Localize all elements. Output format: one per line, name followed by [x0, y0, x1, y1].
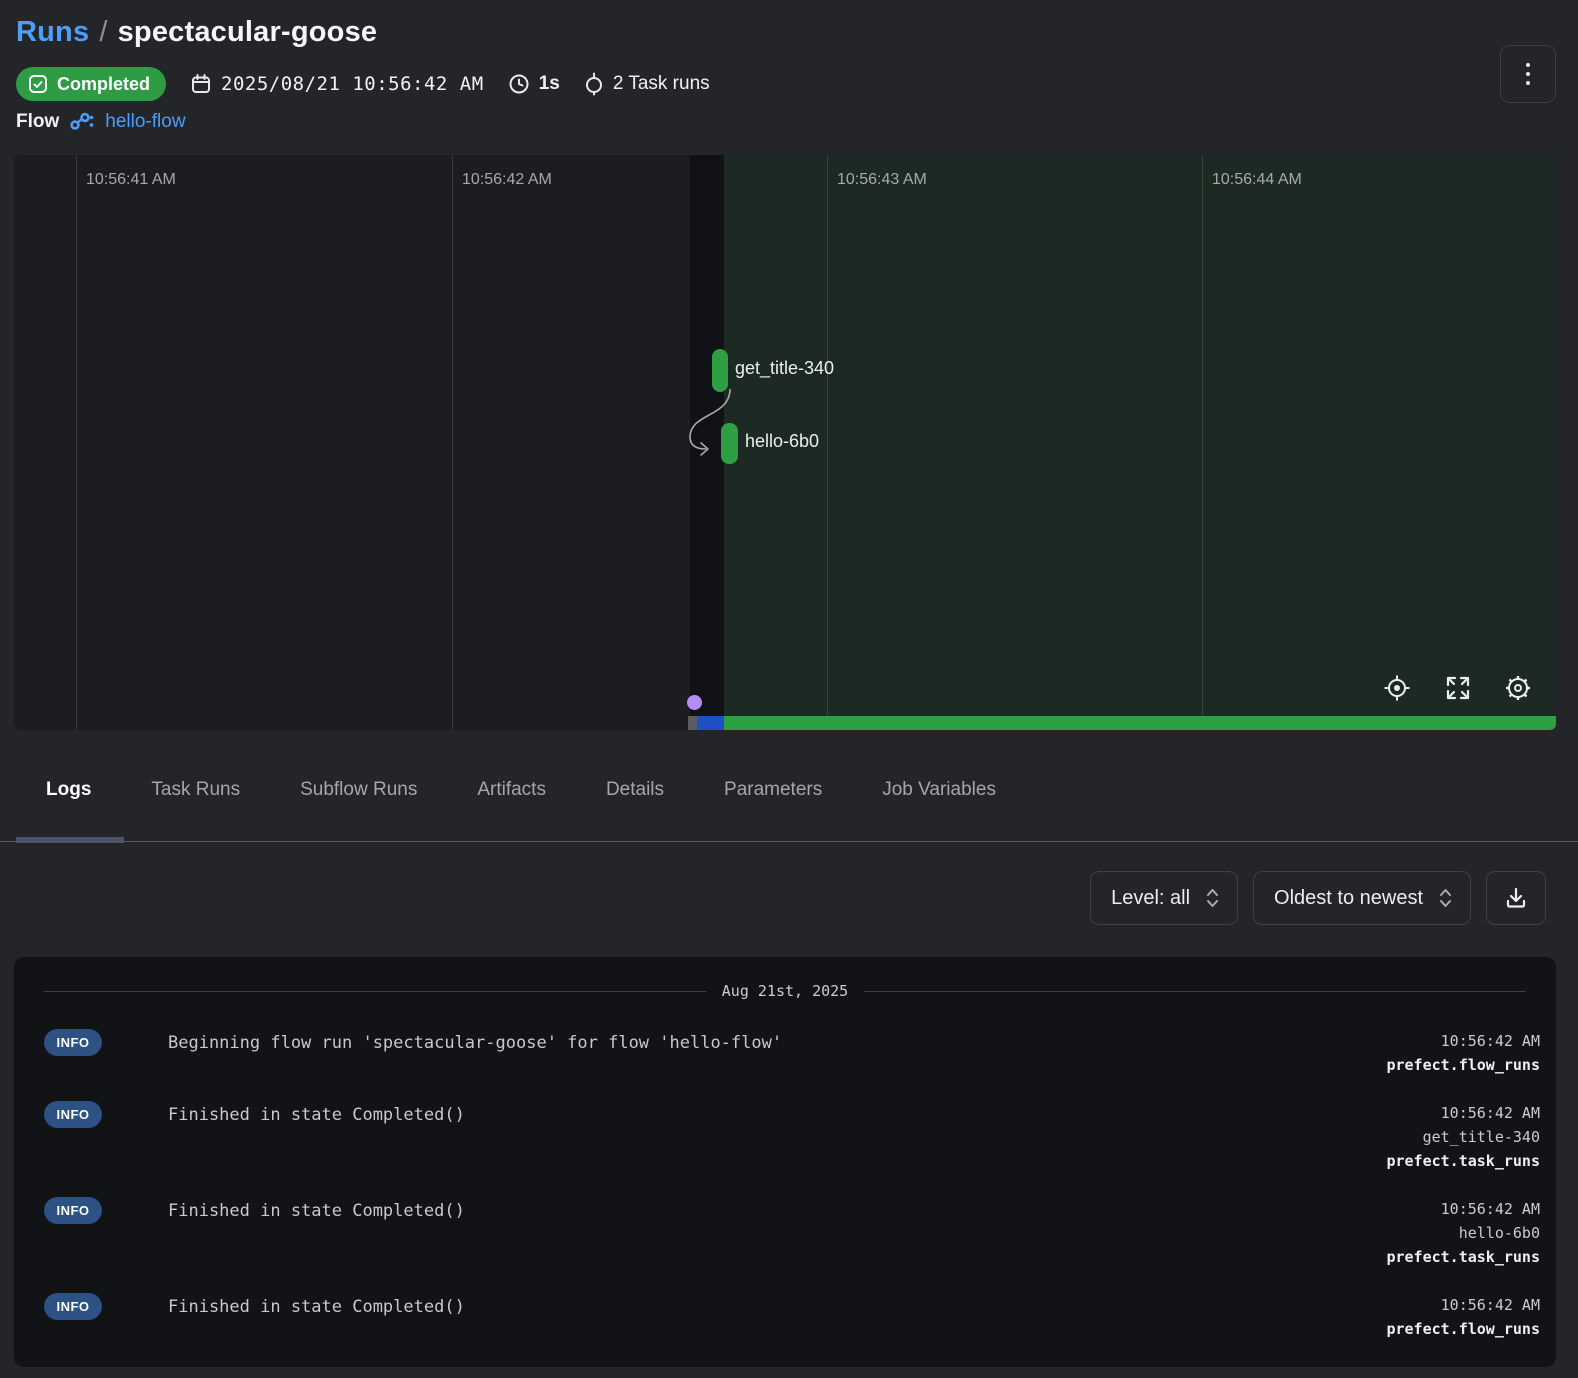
- tab-task-runs[interactable]: Task Runs: [151, 779, 240, 801]
- page-title: spectacular-goose: [118, 16, 378, 48]
- tabs-divider-line: [0, 841, 1578, 842]
- tab-job-variables[interactable]: Job Variables: [882, 779, 996, 801]
- timeline-tick-label: 10:56:44 AM: [1212, 171, 1302, 189]
- log-message: Finished in state Completed(): [168, 1101, 1386, 1128]
- log-logger: prefect.task_runs: [1386, 1245, 1540, 1269]
- timeline-gridline: [76, 155, 77, 730]
- log-meta: 10:56:42 AM get_title-340 prefect.task_r…: [1386, 1101, 1540, 1173]
- log-meta: 10:56:42 AM prefect.flow_runs: [1386, 1029, 1540, 1077]
- flow-row: Flow hello-flow: [16, 108, 186, 136]
- level-filter-value: Level: all: [1111, 887, 1190, 910]
- task-bar-hello[interactable]: [721, 423, 738, 464]
- task-run-count-value: 2 Task runs: [613, 73, 710, 95]
- task-run-icon: [584, 72, 604, 96]
- scrubber-pending-segment[interactable]: [688, 716, 697, 730]
- breadcrumb-runs-link[interactable]: Runs: [16, 16, 89, 48]
- timeline-gridline: [452, 155, 453, 730]
- download-logs-button[interactable]: [1486, 871, 1546, 925]
- log-time: 10:56:42 AM: [1386, 1101, 1540, 1125]
- fullscreen-icon[interactable]: [1443, 673, 1473, 703]
- log-logger: prefect.task_runs: [1386, 1149, 1540, 1173]
- timeline-gridline: [1202, 155, 1203, 730]
- task-bar-get-title[interactable]: [712, 349, 728, 392]
- run-duration-value: 1s: [539, 73, 560, 95]
- log-task-name: get_title-340: [1386, 1125, 1540, 1149]
- breadcrumb-separator: /: [99, 16, 107, 48]
- sort-order-select[interactable]: Oldest to newest: [1253, 871, 1471, 925]
- completed-check-icon: [28, 74, 48, 94]
- task-run-count: 2 Task runs: [584, 72, 710, 96]
- flow-label: Flow: [16, 111, 59, 133]
- status-label: Completed: [57, 74, 150, 95]
- log-message: Beginning flow run 'spectacular-goose' f…: [168, 1029, 1386, 1056]
- log-message: Finished in state Completed(): [168, 1293, 1386, 1320]
- scrubber-selection-segment[interactable]: [697, 716, 724, 730]
- sort-order-value: Oldest to newest: [1274, 887, 1423, 910]
- clock-icon: [508, 73, 530, 95]
- timeline-tick-label: 10:56:41 AM: [86, 171, 176, 189]
- log-task-name: hello-6b0: [1386, 1221, 1540, 1245]
- tab-logs[interactable]: Logs: [46, 779, 91, 801]
- task-bar-label[interactable]: hello-6b0: [745, 431, 819, 452]
- log-level-badge: INFO: [44, 1293, 102, 1320]
- timeline-run-window: [724, 155, 1556, 730]
- log-meta: 10:56:42 AM prefect.flow_runs: [1386, 1293, 1540, 1341]
- task-bar-label[interactable]: get_title-340: [735, 358, 834, 379]
- timeline-tick-label: 10:56:43 AM: [837, 171, 927, 189]
- logs-panel: Aug 21st, 2025 INFO Beginning flow run '…: [14, 957, 1556, 1367]
- flow-run-event-dot: [687, 695, 702, 710]
- log-filters: Level: all Oldest to newest: [1090, 871, 1546, 925]
- chevron-updown-icon: [1439, 887, 1452, 909]
- scrubber-running-segment[interactable]: [724, 716, 1556, 730]
- calendar-icon: [190, 73, 212, 95]
- log-row: INFO Finished in state Completed() 10:56…: [30, 1101, 1540, 1173]
- more-actions-button[interactable]: [1500, 45, 1556, 103]
- tab-parameters[interactable]: Parameters: [724, 779, 822, 801]
- log-row: INFO Finished in state Completed() 10:56…: [30, 1293, 1540, 1341]
- active-tab-indicator: [16, 837, 124, 843]
- flow-name-link[interactable]: hello-flow: [105, 111, 185, 133]
- recenter-icon[interactable]: [1382, 673, 1412, 703]
- log-logger: prefect.flow_runs: [1386, 1317, 1540, 1341]
- timeline-settings-gear-icon[interactable]: [1503, 673, 1533, 703]
- log-row: INFO Beginning flow run 'spectacular-goo…: [30, 1029, 1540, 1077]
- tab-details[interactable]: Details: [606, 779, 664, 801]
- log-logger: prefect.flow_runs: [1386, 1053, 1540, 1077]
- log-level-badge: INFO: [44, 1197, 102, 1224]
- log-message: Finished in state Completed(): [168, 1197, 1386, 1224]
- level-filter-select[interactable]: Level: all: [1090, 871, 1238, 925]
- detail-tabs: Logs Task Runs Subflow Runs Artifacts De…: [0, 765, 1578, 845]
- timeline-gridline: [827, 155, 828, 730]
- run-duration: 1s: [508, 73, 560, 95]
- log-time: 10:56:42 AM: [1386, 1293, 1540, 1317]
- log-level-badge: INFO: [44, 1029, 102, 1056]
- log-time: 10:56:42 AM: [1386, 1197, 1540, 1221]
- log-date-label: Aug 21st, 2025: [722, 982, 848, 1000]
- run-meta-row: Completed 2025/08/21 10:56:42 AM 1s 2 Ta…: [16, 66, 710, 102]
- download-icon: [1504, 886, 1528, 910]
- log-time: 10:56:42 AM: [1386, 1029, 1540, 1053]
- run-datetime-value: 2025/08/21 10:56:42 AM: [221, 73, 484, 95]
- log-date-divider: Aug 21st, 2025: [44, 979, 1526, 1003]
- log-row: INFO Finished in state Completed() 10:56…: [30, 1197, 1540, 1269]
- run-datetime: 2025/08/21 10:56:42 AM: [190, 73, 484, 95]
- timeline-tick-label: 10:56:42 AM: [462, 171, 552, 189]
- flow-icon: [69, 111, 95, 133]
- chevron-updown-icon: [1206, 887, 1219, 909]
- tab-subflow-runs[interactable]: Subflow Runs: [300, 779, 417, 801]
- log-level-badge: INFO: [44, 1101, 102, 1128]
- page-header: Runs / spectacular-goose Completed 2025/08…: [0, 0, 1578, 155]
- breadcrumb: Runs / spectacular-goose: [16, 16, 377, 49]
- tab-artifacts[interactable]: Artifacts: [477, 779, 546, 801]
- task-dependency-arrow: [680, 387, 750, 459]
- log-meta: 10:56:42 AM hello-6b0 prefect.task_runs: [1386, 1197, 1540, 1269]
- status-badge: Completed: [16, 67, 166, 101]
- flow-run-timeline[interactable]: 10:56:41 AM 10:56:42 AM 10:56:43 AM 10:5…: [14, 155, 1556, 730]
